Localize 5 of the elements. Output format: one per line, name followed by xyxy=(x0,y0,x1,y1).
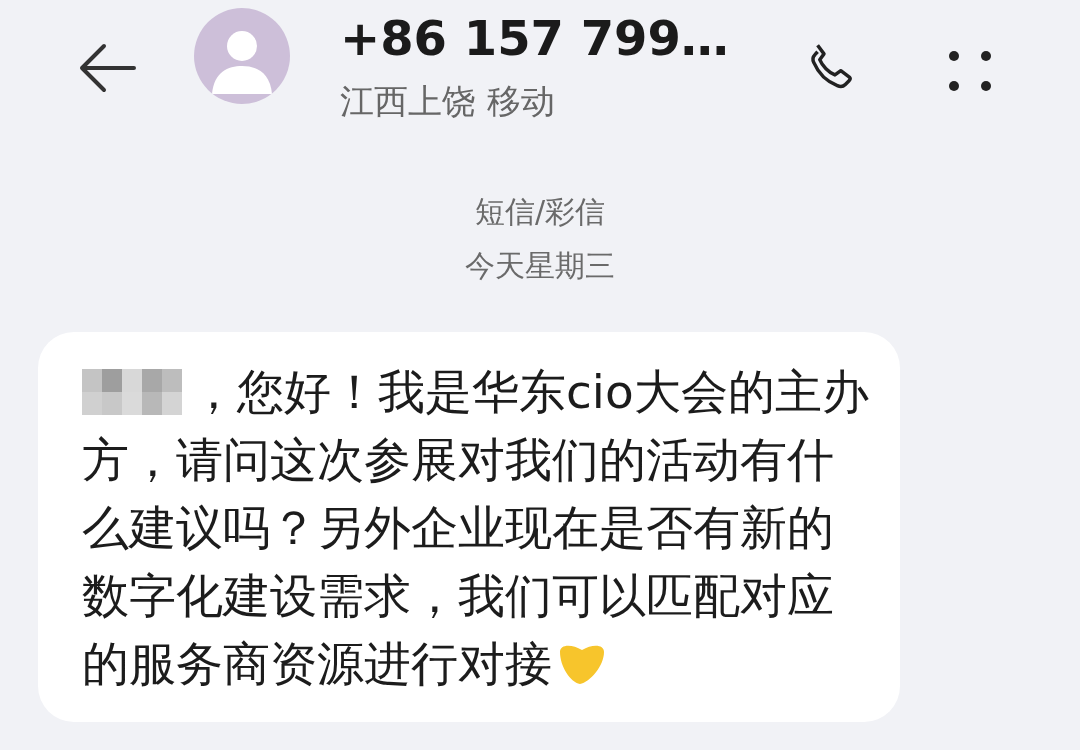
phone-number: +86 157 799… xyxy=(340,9,730,68)
channel-label: 短信/彩信 xyxy=(474,193,606,231)
location-label: 江西上饶 移动 xyxy=(340,80,556,123)
message-text: ，您好！我是华东cio大会的主办方，请问这次参展对我们的活动有什么建议吗？另外企业现在是否有新的数字化建设需求，我们可以匹配对应的服务商资源进行对接 xyxy=(82,363,870,693)
date-label: 今天星期三 xyxy=(465,247,615,285)
